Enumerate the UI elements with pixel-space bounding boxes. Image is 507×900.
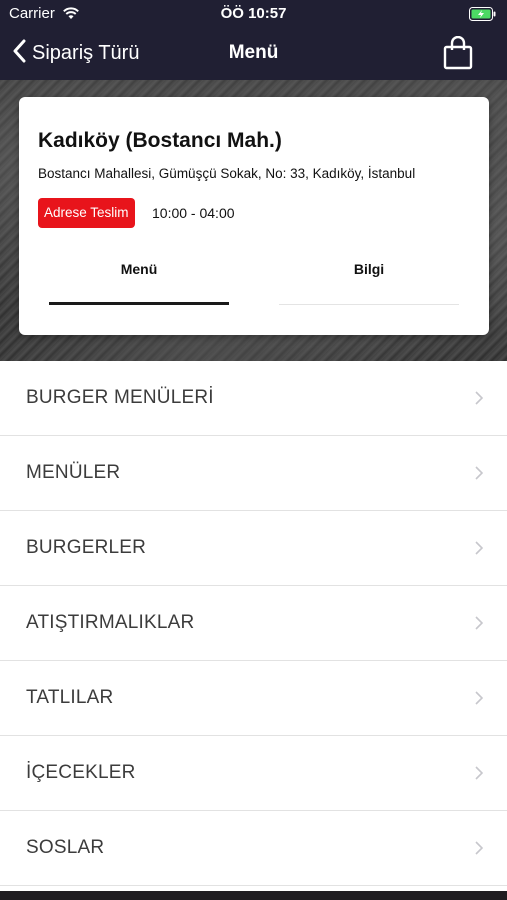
category-list: BURGER MENÜLERİ MENÜLER BURGERLER ATIŞTI… (0, 361, 507, 891)
chevron-right-icon (475, 616, 484, 635)
tab-info[interactable]: Bilgi (279, 245, 459, 305)
tab-menu-indicator (49, 302, 229, 305)
delivery-type-badge: Adrese Teslim (38, 198, 135, 228)
tab-info-label: Bilgi (353, 261, 385, 277)
category-item-icecekler[interactable]: İÇECEKLER (0, 736, 507, 811)
category-label: ATIŞTIRMALIKLAR (26, 612, 195, 633)
battery-charging-icon (469, 7, 497, 26)
category-label: İÇECEKLER (26, 762, 136, 783)
tab-info-indicator (279, 304, 459, 305)
opening-hours: 10:00 - 04:00 (152, 205, 235, 221)
category-label: MENÜLER (26, 462, 121, 483)
category-label: BURGER MENÜLERİ (26, 387, 214, 408)
store-name: Kadıköy (Bostancı Mah.) (38, 129, 282, 152)
category-item-atistirmaliklar[interactable]: ATIŞTIRMALIKLAR (0, 586, 507, 661)
shopping-bag-icon[interactable] (443, 35, 473, 75)
store-info-card: Kadıköy (Bostancı Mah.) Bostancı Mahalle… (19, 97, 489, 335)
chevron-right-icon (475, 541, 484, 560)
category-label: BURGERLER (26, 537, 147, 558)
category-item-burger-menuleri[interactable]: BURGER MENÜLERİ (0, 361, 507, 436)
chevron-left-icon (12, 39, 26, 68)
chevron-right-icon (475, 841, 484, 860)
chevron-right-icon (475, 766, 484, 785)
back-button-label: Sipariş Türü (32, 41, 140, 64)
status-bar: Carrier ÖÖ 10:57 (0, 0, 507, 28)
back-button[interactable]: Sipariş Türü (12, 39, 139, 67)
store-address: Bostancı Mahallesi, Gümüşçü Sokak, No: 3… (38, 166, 416, 181)
chevron-right-icon (475, 466, 484, 485)
category-item-soslar[interactable]: SOSLAR (0, 811, 507, 886)
nav-bar: Sipariş Türü Menü (0, 28, 507, 80)
tab-menu-label: Menü (120, 261, 158, 277)
category-item-tatlilar[interactable]: TATLILAR (0, 661, 507, 736)
tab-menu[interactable]: Menü (49, 245, 229, 305)
category-item-menuler[interactable]: MENÜLER (0, 436, 507, 511)
category-item-burgerler[interactable]: BURGERLER (0, 511, 507, 586)
bottom-background-strip (0, 891, 507, 900)
category-label: SOSLAR (26, 837, 105, 858)
chevron-right-icon (475, 391, 484, 410)
category-label: TATLILAR (26, 687, 114, 708)
chevron-right-icon (475, 691, 484, 710)
clock: ÖÖ 10:57 (220, 5, 287, 22)
